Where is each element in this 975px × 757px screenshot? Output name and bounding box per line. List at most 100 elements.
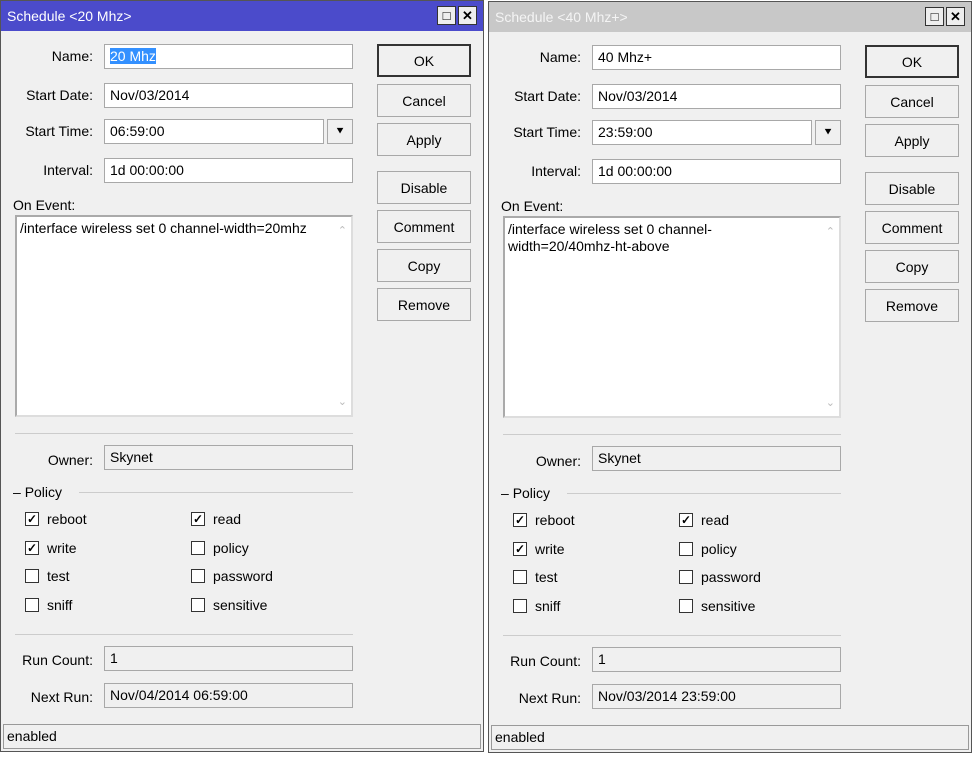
policy-checkbox-sensitive[interactable]: sensitive	[191, 597, 267, 613]
policy-checkbox-reboot[interactable]: ✓ reboot	[25, 511, 87, 527]
checkbox-label: password	[213, 568, 273, 584]
checkbox-icon	[25, 569, 39, 583]
policy-checkbox-sniff[interactable]: sniff	[513, 598, 560, 614]
divider	[567, 493, 841, 494]
on-event-value: /interface wireless set 0 channel-width=…	[508, 221, 712, 254]
checkbox-icon: ✓	[513, 541, 527, 556]
maximize-icon[interactable]: □	[925, 7, 944, 26]
owner-label: Owner:	[47, 452, 93, 468]
comment-button[interactable]: Comment	[865, 211, 959, 244]
policy-group-label: – Policy	[501, 485, 551, 501]
checkbox-icon	[679, 570, 693, 584]
start-date-input[interactable]: Nov/03/2014	[592, 84, 841, 109]
remove-button[interactable]: Remove	[377, 288, 471, 321]
next-run-field: Nov/04/2014 06:59:00	[104, 683, 353, 708]
ok-button[interactable]: OK	[865, 45, 959, 78]
window-title-bar[interactable]: Schedule <40 Mhz+>	[489, 2, 971, 32]
checkbox-icon	[191, 569, 205, 583]
name-value: 20 Mhz	[110, 48, 156, 64]
checkbox-label: test	[535, 569, 558, 585]
apply-button[interactable]: Apply	[377, 123, 471, 156]
check-icon: ✓	[514, 541, 526, 556]
status-bar: enabled	[3, 724, 481, 749]
checkbox-icon	[679, 598, 693, 613]
maximize-icon[interactable]: □	[437, 6, 456, 25]
checkbox-label: sensitive	[701, 597, 756, 614]
next-run-label: Next Run:	[518, 690, 581, 706]
policy-checkbox-password[interactable]: password	[191, 568, 273, 584]
comment-button[interactable]: Comment	[377, 210, 471, 243]
policy-checkbox-policy[interactable]: policy	[191, 540, 249, 556]
check-icon: ✓	[26, 512, 38, 526]
policy-checkbox-reboot[interactable]: ✓ reboot	[513, 512, 575, 528]
run-count-label: Run Count:	[22, 652, 93, 668]
name-value: 40 Mhz+	[598, 49, 653, 65]
checkbox-icon	[191, 597, 205, 612]
checkbox-label: policy	[213, 539, 249, 556]
checkbox-label: test	[47, 568, 70, 584]
checkbox-icon	[25, 597, 39, 612]
cancel-button[interactable]: Cancel	[377, 84, 471, 117]
copy-button[interactable]: Copy	[865, 250, 959, 283]
checkbox-label: sensitive	[213, 596, 268, 613]
checkbox-label: write	[47, 539, 77, 556]
check-icon: ✓	[26, 540, 38, 555]
checkbox-icon: ✓	[679, 513, 693, 527]
close-icon[interactable]: ✕	[458, 6, 477, 25]
interval-input[interactable]: 1d 00:00:00	[104, 158, 353, 183]
policy-checkbox-policy[interactable]: policy	[679, 541, 737, 557]
checkbox-label: policy	[701, 540, 737, 557]
apply-button[interactable]: Apply	[865, 124, 959, 157]
interval-input[interactable]: 1d 00:00:00	[592, 159, 841, 184]
checkbox-icon	[679, 541, 693, 556]
owner-field: Skynet	[104, 445, 353, 470]
policy-checkbox-write[interactable]: ✓ write	[25, 540, 77, 556]
disable-button[interactable]: Disable	[377, 171, 471, 204]
name-input[interactable]: 20 Mhz	[104, 44, 353, 69]
policy-checkbox-test[interactable]: test	[513, 569, 558, 585]
on-event-label: On Event:	[13, 197, 76, 213]
policy-label: Policy	[512, 485, 551, 501]
start-date-input[interactable]: Nov/03/2014	[104, 83, 353, 108]
policy-checkbox-read[interactable]: ✓ read	[679, 512, 729, 528]
status-bar: enabled	[491, 725, 969, 750]
checkbox-label: sniff	[47, 596, 73, 613]
window-title-bar[interactable]: Schedule <20 Mhz>	[1, 1, 483, 31]
policy-checkbox-sensitive[interactable]: sensitive	[679, 598, 755, 614]
dropdown-icon[interactable]: ⯆	[815, 120, 841, 145]
policy-checkbox-read[interactable]: ✓ read	[191, 511, 241, 527]
checkbox-label: read	[213, 511, 242, 527]
checkbox-icon: ✓	[25, 512, 39, 526]
cancel-button[interactable]: Cancel	[865, 85, 959, 118]
check-icon: ✓	[514, 513, 526, 527]
scroll-up-icon[interactable]: ⌃	[826, 224, 835, 241]
dropdown-icon[interactable]: ⯆	[327, 119, 353, 144]
checkbox-label: password	[701, 569, 761, 585]
scroll-down-icon[interactable]: ⌄	[338, 394, 347, 411]
check-icon: ✓	[680, 513, 692, 527]
divider	[503, 434, 841, 435]
remove-button[interactable]: Remove	[865, 289, 959, 322]
close-icon[interactable]: ✕	[946, 7, 965, 26]
policy-checkbox-password[interactable]: password	[679, 569, 761, 585]
scroll-down-icon[interactable]: ⌄	[826, 395, 835, 412]
schedule-dialog-20mhz: Schedule <20 Mhz> □ ✕ Name: 20 Mhz Start …	[0, 0, 484, 752]
checkbox-icon: ✓	[25, 540, 39, 555]
checkbox-label: write	[535, 540, 565, 557]
copy-button[interactable]: Copy	[377, 249, 471, 282]
ok-button[interactable]: OK	[377, 44, 471, 77]
window-title: Schedule <40 Mhz+>	[495, 9, 628, 25]
on-event-textarea[interactable]: /interface wireless set 0 channel-width=…	[15, 215, 353, 417]
window-title: Schedule <20 Mhz>	[7, 8, 132, 24]
disable-button[interactable]: Disable	[865, 172, 959, 205]
policy-checkbox-test[interactable]: test	[25, 568, 70, 584]
name-input[interactable]: 40 Mhz+	[592, 45, 841, 70]
start-time-input[interactable]: 23:59:00	[592, 120, 812, 145]
policy-group-label: – Policy	[13, 484, 63, 500]
policy-checkbox-sniff[interactable]: sniff	[25, 597, 72, 613]
on-event-textarea[interactable]: /interface wireless set 0 channel-width=…	[503, 216, 841, 418]
start-time-label: Start Time:	[25, 123, 93, 139]
policy-checkbox-write[interactable]: ✓ write	[513, 541, 565, 557]
scroll-up-icon[interactable]: ⌃	[338, 223, 347, 240]
start-time-input[interactable]: 06:59:00	[104, 119, 324, 144]
